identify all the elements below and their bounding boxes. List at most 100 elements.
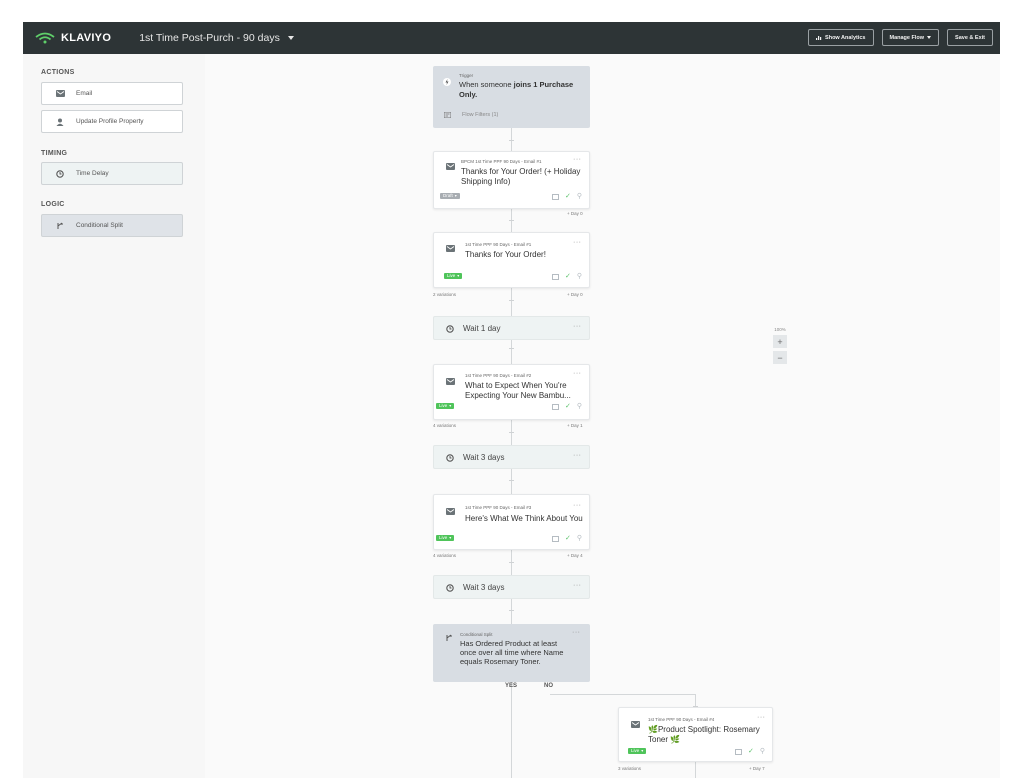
content-icon xyxy=(552,403,559,410)
connector-tick xyxy=(509,610,514,611)
sidebar-item-time-delay[interactable]: Time Delay xyxy=(41,162,183,185)
sidebar-item-label: Time Delay xyxy=(76,170,109,177)
show-analytics-label: Show Analytics xyxy=(825,34,866,41)
status-badge[interactable]: Live ▾ xyxy=(628,748,647,754)
connector-tick xyxy=(509,348,514,349)
check-icon: ✓ xyxy=(565,193,571,200)
user-icon xyxy=(56,118,64,126)
manage-flow-button[interactable]: Manage Flow xyxy=(881,29,940,46)
envelope-icon xyxy=(631,721,640,728)
envelope-icon xyxy=(55,90,65,97)
status-badge[interactable]: Live ▾ xyxy=(444,273,463,279)
sidebar-item-email[interactable]: Email xyxy=(41,82,183,105)
email-card[interactable]: 1st Time PPF 90 Days - Email #3 ··· Here… xyxy=(433,494,590,550)
email-day: + Day 4 xyxy=(567,553,583,558)
status-badge[interactable]: Live ▾ xyxy=(436,535,455,541)
klaviyo-logo[interactable]: KLAVIYO xyxy=(35,32,111,44)
more-options-icon[interactable]: ··· xyxy=(573,239,582,246)
connector-tick xyxy=(509,432,514,433)
flow-canvas[interactable]: Trigger When someone joins 1 Purchase On… xyxy=(205,54,1000,778)
envelope-icon xyxy=(446,378,455,385)
status-label: Draft xyxy=(443,193,453,198)
save-exit-label: Save & Exit xyxy=(955,34,985,41)
delay-text: Wait 3 days xyxy=(463,453,505,462)
logic-title: LOGIC xyxy=(41,201,65,208)
chevron-down-icon: ▾ xyxy=(457,273,460,278)
actions-title: ACTIONS xyxy=(41,69,75,76)
sidebar-item-conditional-split[interactable]: Conditional Split xyxy=(41,214,183,237)
flow-filters-link[interactable]: Flow Filters (1) xyxy=(462,112,498,118)
status-label: Live xyxy=(439,403,448,408)
email-subject: 🌿Product Spotlight: Rosemary Toner 🌿 xyxy=(648,725,760,744)
more-options-icon[interactable]: ··· xyxy=(573,323,582,330)
zoom-out-button[interactable]: − xyxy=(773,351,787,364)
content-icon xyxy=(552,273,559,280)
content-icon xyxy=(735,748,742,755)
wifi-logo-icon xyxy=(35,32,55,44)
email-name: 1st Time PPF 90 Days - Email #1 xyxy=(465,242,532,247)
sidebar-item-label: Conditional Split xyxy=(76,222,123,229)
email-subject: Thanks for Your Order! (+ Holiday Shippi… xyxy=(461,167,581,186)
trigger-card[interactable]: Trigger When someone joins 1 Purchase On… xyxy=(433,66,590,128)
filter-icon: ⚲ xyxy=(759,748,766,755)
content-icon xyxy=(552,535,559,542)
no-branch-label: NO xyxy=(544,683,553,689)
connector-tick xyxy=(509,220,514,221)
zoom-level: 100% xyxy=(774,327,786,332)
split-condition: Has Ordered Product at least once over a… xyxy=(460,639,564,666)
top-bar: KLAVIYO 1st Time Post-Purch - 90 days Sh… xyxy=(23,22,1000,54)
email-card-icons: ✓ ⚲ xyxy=(735,748,765,755)
email-day: + Day 0 xyxy=(567,211,583,216)
time-delay-card[interactable]: Wait 1 day ··· xyxy=(433,316,590,340)
connector-tick xyxy=(509,300,514,301)
more-options-icon[interactable]: ··· xyxy=(573,156,582,163)
email-card[interactable]: 1st Time PPF 90 Days - Email #4 ··· 🌿Pro… xyxy=(618,707,773,762)
email-name: BPCM 1st Time PPF 90 Days - Email #1 xyxy=(461,159,542,164)
conditional-split-card[interactable]: Conditional Split ··· Has Ordered Produc… xyxy=(433,624,590,682)
delay-text: Wait 1 day xyxy=(463,324,501,333)
email-variations: 2 variations xyxy=(433,292,457,297)
split-label: Conditional Split xyxy=(460,632,493,637)
clock-icon xyxy=(446,325,454,333)
delay-text: Wait 3 days xyxy=(463,583,505,592)
email-variations: 4 variations xyxy=(433,423,457,428)
time-delay-card[interactable]: Wait 3 days ··· xyxy=(433,575,590,599)
email-name: 1st Time PPF 90 Days - Email #2 xyxy=(465,373,532,378)
flow-title-dropdown[interactable]: 1st Time Post-Purch - 90 days xyxy=(139,32,294,44)
status-label: Live xyxy=(439,535,448,540)
check-icon: ✓ xyxy=(565,535,571,542)
filter-icon: ⚲ xyxy=(576,193,583,200)
email-card-icons: ✓ ⚲ xyxy=(552,193,582,200)
manage-flow-label: Manage Flow xyxy=(889,34,925,41)
time-delay-card[interactable]: Wait 3 days ··· xyxy=(433,445,590,469)
email-card-icons: ✓ ⚲ xyxy=(552,535,582,542)
brand-name: KLAVIYO xyxy=(61,32,112,44)
more-options-icon[interactable]: ··· xyxy=(573,452,582,459)
more-options-icon[interactable]: ··· xyxy=(757,714,766,721)
sidebar-item-label: Email xyxy=(76,90,93,97)
more-options-icon[interactable]: ··· xyxy=(573,582,582,589)
email-card-icons: ✓ ⚲ xyxy=(552,403,582,410)
timing-title: TIMING xyxy=(41,150,68,157)
more-options-icon[interactable]: ··· xyxy=(573,370,582,377)
split-icon xyxy=(57,222,63,229)
save-exit-button[interactable]: Save & Exit xyxy=(947,29,993,46)
filter-icon: ⚲ xyxy=(576,535,583,542)
sidebar-item-update-profile[interactable]: Update Profile Property xyxy=(41,110,183,133)
email-subject: What to Expect When You're Expecting You… xyxy=(465,381,571,400)
check-icon: ✓ xyxy=(565,403,571,410)
more-options-icon[interactable]: ··· xyxy=(572,629,581,636)
zoom-in-button[interactable]: + xyxy=(773,335,787,348)
chevron-down-icon xyxy=(287,36,294,40)
more-options-icon[interactable]: ··· xyxy=(573,502,582,509)
status-badge[interactable]: Live ▾ xyxy=(436,403,455,409)
email-card[interactable]: 1st Time PPF 90 Days - Email #2 ··· What… xyxy=(433,364,590,420)
email-card[interactable]: BPCM 1st Time PPF 90 Days - Email #1 ···… xyxy=(433,151,590,209)
connector-tick xyxy=(509,562,514,563)
email-card-icons: ✓ ⚲ xyxy=(552,273,582,280)
chevron-down-icon: ▾ xyxy=(449,403,452,408)
email-card[interactable]: 1st Time PPF 90 Days - Email #1 ··· Than… xyxy=(433,232,590,288)
email-variations: 4 variations xyxy=(433,553,457,558)
status-badge[interactable]: Draft ▾ xyxy=(440,193,460,199)
show-analytics-button[interactable]: Show Analytics xyxy=(808,29,874,46)
